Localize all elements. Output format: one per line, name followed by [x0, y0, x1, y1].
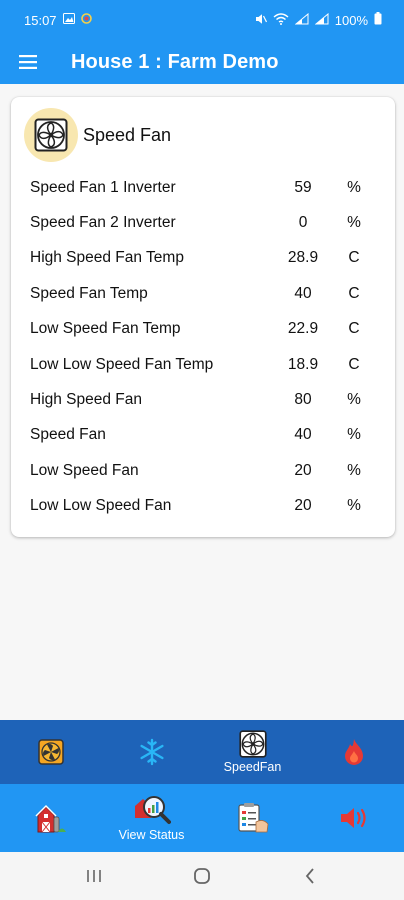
tab-ventilation[interactable]: [0, 720, 101, 784]
mute-icon: [255, 13, 267, 28]
device-tab-bar: SpeedFan: [0, 720, 404, 784]
card-title: Speed Fan: [83, 124, 172, 145]
list-item: Speed Fan Temp 40 C: [11, 276, 395, 311]
ventilation-fan-icon: [37, 739, 64, 765]
recent-apps-icon: [87, 870, 101, 882]
reading-label: Low Speed Fan Temp: [30, 320, 181, 338]
tab-label: View Status: [118, 828, 185, 842]
list-item: Low Low Speed Fan 20 %: [11, 489, 395, 524]
reading-label: Low Low Speed Fan Temp: [30, 355, 214, 373]
tab-speedfan[interactable]: SpeedFan: [202, 720, 303, 784]
list-item: High Speed Fan Temp 28.9 C: [11, 241, 395, 276]
app-bar: House 1 : Farm Demo: [0, 40, 404, 84]
reading-label: High Speed Fan: [30, 391, 143, 409]
card-header: Speed Fan: [24, 108, 171, 162]
tab-view-status[interactable]: View Status: [101, 784, 202, 852]
status-left: 15:07: [24, 13, 92, 28]
home-button[interactable]: [182, 856, 222, 896]
main-tab-bar: View Status: [0, 784, 404, 852]
list-item: High Speed Fan 80 %: [11, 382, 395, 417]
reading-value: 20: [294, 461, 312, 479]
tab-heating[interactable]: [303, 720, 404, 784]
reading-value: 0: [298, 214, 308, 232]
status-time: 15:07: [24, 12, 57, 28]
reading-unit: %: [347, 426, 361, 444]
list-item: Speed Fan 2 Inverter 0 %: [11, 205, 395, 240]
tab-house[interactable]: [0, 784, 101, 852]
hamburger-icon: [19, 55, 37, 69]
reading-unit: C: [348, 320, 360, 338]
tab-cooling[interactable]: [101, 720, 202, 784]
reading-value: 22.9: [287, 320, 319, 338]
speed-fan-icon: [24, 108, 78, 162]
tab-alarm[interactable]: [303, 784, 404, 852]
speed-fan-icon: [238, 730, 267, 758]
reading-label: Speed Fan: [30, 426, 106, 444]
reading-value: 40: [294, 284, 312, 302]
battery-percent: 100%: [334, 12, 368, 28]
reading-label: Speed Fan 2 Inverter: [30, 214, 176, 232]
gallery-notification-icon: [62, 13, 75, 27]
app-notification-icon: [80, 13, 92, 27]
list-item: Speed Fan 40 %: [11, 418, 395, 453]
barn-icon: [34, 804, 66, 833]
reading-value: 18.9: [287, 355, 319, 373]
list-item: Low Speed Fan 20 %: [11, 453, 395, 488]
back-icon: [305, 868, 314, 884]
menu-button[interactable]: [0, 40, 56, 84]
signal-icon-1: [294, 12, 309, 28]
reading-value: 59: [294, 178, 312, 196]
reading-label: High Speed Fan Temp: [30, 249, 184, 267]
system-nav-bar: [0, 852, 404, 900]
speaker-icon: [340, 808, 366, 828]
home-icon: [194, 868, 210, 884]
back-button[interactable]: [290, 856, 330, 896]
status-bar: 15:07 100%: [0, 0, 404, 40]
magnifier-chart-icon: [134, 796, 171, 824]
reading-unit: C: [348, 284, 360, 302]
reading-value: 80: [294, 391, 312, 409]
clipboard-icon: [237, 803, 268, 833]
status-right: 100%: [255, 12, 382, 28]
page-title: House 1 : Farm Demo: [71, 50, 279, 73]
reading-value: 28.9: [287, 249, 319, 267]
reading-label: Speed Fan 1 Inverter: [30, 178, 176, 196]
reading-unit: %: [347, 461, 361, 479]
reading-unit: %: [347, 214, 361, 232]
tab-label: SpeedFan: [223, 760, 282, 774]
speed-fan-card: Speed Fan Speed Fan 1 Inverter 59 % Spee…: [11, 97, 395, 537]
reading-value: 40: [294, 426, 312, 444]
snowflake-icon: [139, 738, 164, 766]
battery-icon: [374, 12, 382, 28]
flame-icon: [344, 739, 363, 765]
reading-unit: C: [348, 249, 360, 267]
reading-label: Speed Fan Temp: [30, 284, 148, 302]
list-item: Low Low Speed Fan Temp 18.9 C: [11, 347, 395, 382]
list-item: Low Speed Fan Temp 22.9 C: [11, 312, 395, 347]
list-item: Speed Fan 1 Inverter 59 %: [11, 170, 395, 205]
reading-unit: %: [347, 497, 361, 515]
reading-value: 20: [294, 497, 312, 515]
reading-unit: C: [348, 355, 360, 373]
recent-apps-button[interactable]: [74, 856, 114, 896]
tab-reports[interactable]: [202, 784, 303, 852]
signal-icon-2: [314, 12, 329, 28]
readings-list: Speed Fan 1 Inverter 59 % Speed Fan 2 In…: [11, 170, 395, 524]
reading-label: Low Low Speed Fan: [30, 497, 172, 515]
reading-unit: %: [347, 391, 361, 409]
reading-unit: %: [347, 178, 361, 196]
reading-label: Low Speed Fan: [30, 461, 139, 479]
wifi-icon: [273, 12, 289, 28]
